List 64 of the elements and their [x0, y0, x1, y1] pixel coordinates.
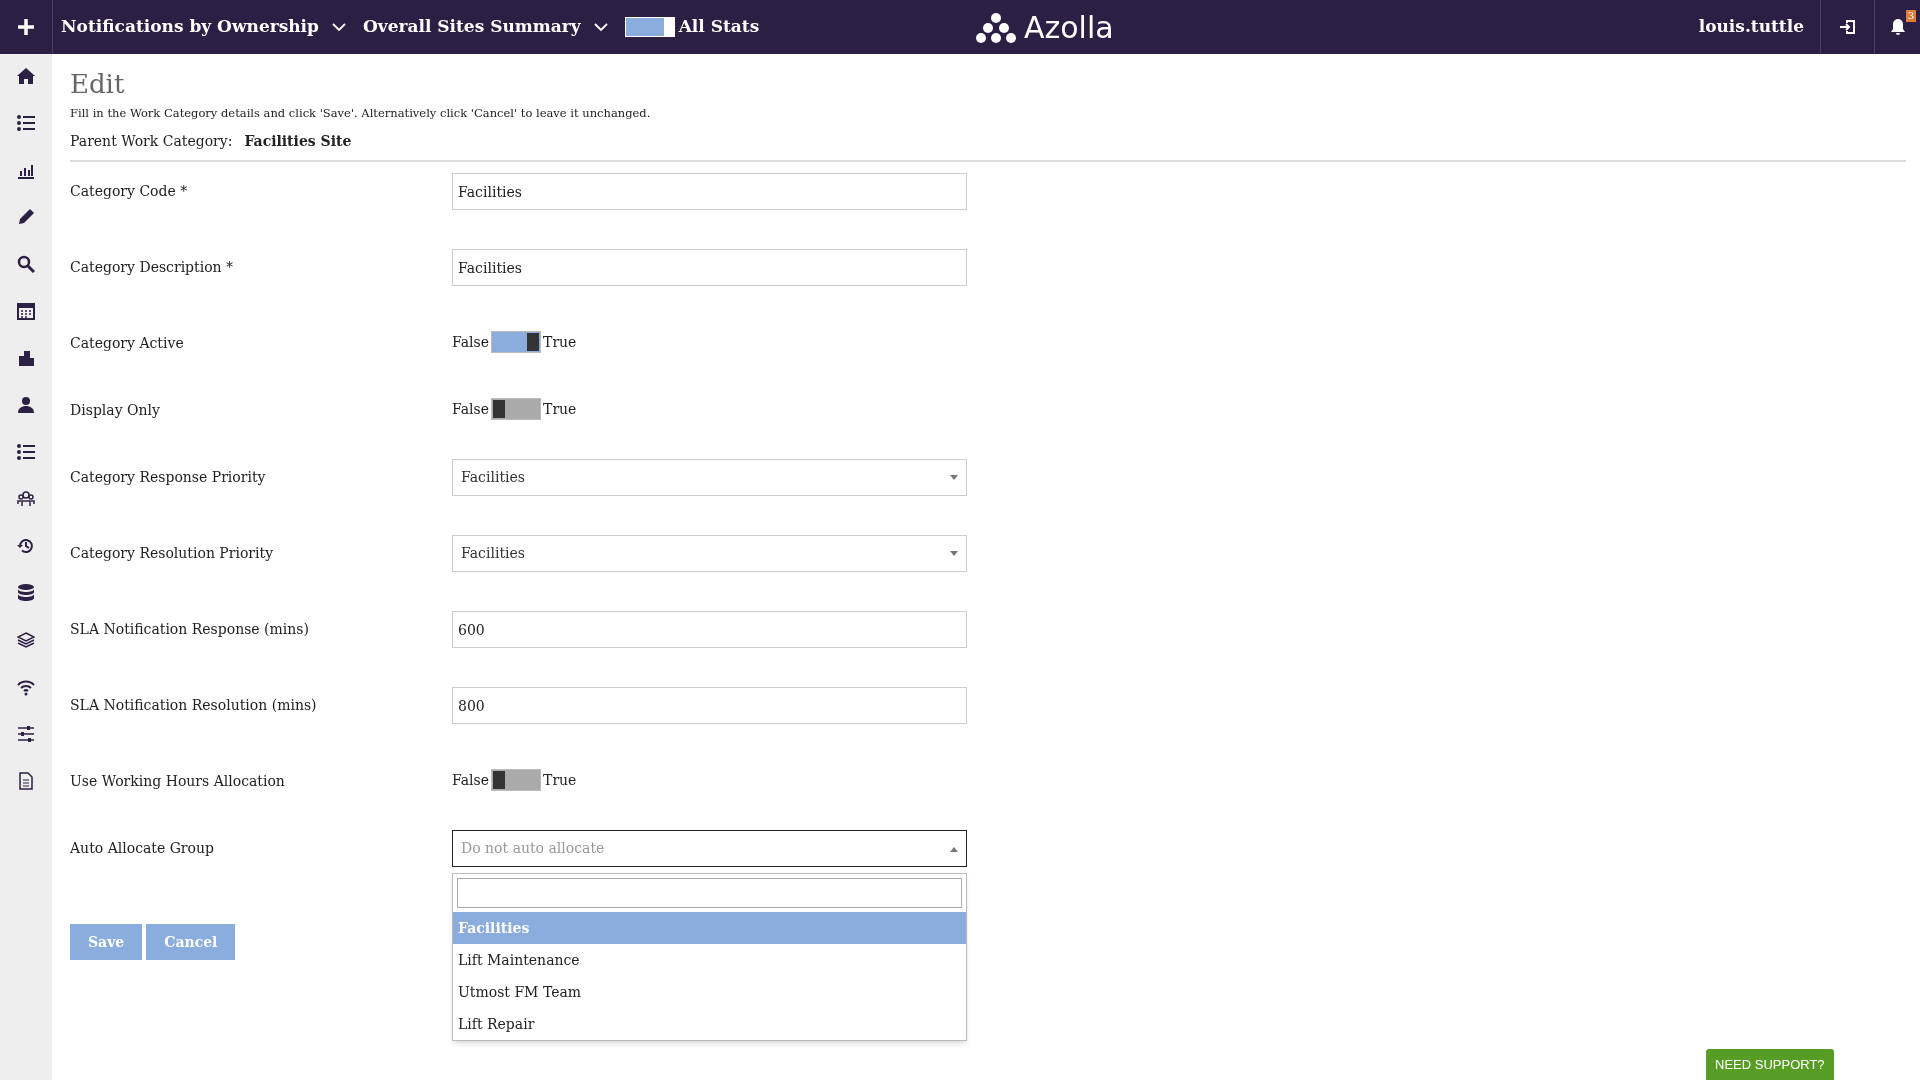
plus-icon[interactable] — [16, 17, 36, 37]
toggle-switch[interactable] — [491, 769, 542, 791]
search-icon[interactable] — [17, 255, 35, 273]
list-icon[interactable] — [17, 443, 35, 461]
page-title: Edit — [70, 68, 126, 100]
field-label: Category Active — [70, 334, 185, 353]
switch-label: All Stats — [678, 15, 760, 39]
logout-icon[interactable] — [1838, 18, 1857, 36]
pencil-icon[interactable] — [17, 208, 35, 226]
caret-up-icon — [950, 845, 958, 852]
field-label: SLA Notification Resolution (mins) — [70, 696, 318, 715]
calendar-icon[interactable] — [17, 302, 35, 320]
caret-down-icon — [950, 550, 958, 557]
field-label: SLA Notification Response (mins) — [70, 620, 310, 639]
select-dropdown[interactable]: Facilities — [452, 535, 967, 572]
text-field[interactable]: Facilities — [452, 173, 967, 210]
caret-down-icon — [950, 474, 958, 481]
text-field[interactable]: 800 — [452, 687, 967, 724]
field-label: Category Resolution Priority — [70, 544, 275, 563]
stats-switch[interactable] — [624, 17, 675, 37]
select-dropdown[interactable]: Facilities — [452, 459, 967, 496]
chevron-down-icon — [592, 20, 609, 34]
bell-icon[interactable] — [1888, 18, 1907, 36]
history-icon[interactable] — [17, 537, 35, 555]
field-label: Display Only — [70, 401, 161, 420]
toggle-switch[interactable] — [491, 398, 542, 420]
switch-label: False — [452, 770, 490, 790]
logo-text: Azolla — [1024, 13, 1114, 43]
menu-dropdown[interactable]: Notifications by Ownership — [61, 14, 347, 40]
logo-dots-icon — [976, 12, 1016, 44]
notification-badge: 3 — [1905, 10, 1916, 22]
database-icon[interactable] — [17, 584, 35, 602]
wifi-icon[interactable] — [17, 678, 35, 696]
dropdown-option[interactable]: Lift Repair — [453, 1008, 966, 1040]
person-icon[interactable] — [17, 396, 35, 414]
field-label: Use Working Hours Allocation — [70, 772, 286, 791]
switch-label: False — [452, 399, 490, 419]
home-icon[interactable] — [17, 67, 35, 85]
document-icon[interactable] — [17, 772, 35, 790]
switch-label: False — [452, 332, 490, 352]
field-label: Category Response Priority — [70, 468, 267, 487]
username[interactable]: louis.tuttle — [1682, 14, 1820, 40]
chevron-down-icon — [330, 20, 347, 34]
switch-label: True — [543, 399, 577, 419]
text-field[interactable]: Facilities — [452, 249, 967, 286]
dropdown-option[interactable]: Lift Maintenance — [453, 944, 966, 976]
group-icon[interactable] — [17, 490, 35, 508]
sliders-icon[interactable] — [17, 725, 35, 743]
field-label: Category Description * — [70, 258, 235, 277]
building-icon[interactable] — [17, 349, 35, 367]
switch-label: True — [543, 332, 577, 352]
search-field[interactable] — [457, 878, 962, 908]
instructions-text: Fill in the Work Category details and click 'Save'. Alternatively click 'Cancel' to leave it unchanged. — [70, 106, 652, 120]
field-label: Parent Work Category: — [70, 132, 233, 151]
text-field[interactable]: 600 — [452, 611, 967, 648]
field-label: Category Code * — [70, 182, 189, 201]
menu-dropdown[interactable]: Overall Sites Summary — [362, 14, 609, 40]
toggle-switch[interactable] — [491, 331, 542, 353]
list-icon[interactable] — [17, 114, 35, 132]
layers-icon[interactable] — [17, 631, 35, 649]
switch-label: True — [543, 770, 577, 790]
field-label: Auto Allocate Group — [70, 839, 215, 858]
field-value: Facilities Site — [244, 132, 352, 151]
dropdown-option[interactable]: Utmost FM Team — [453, 976, 966, 1008]
